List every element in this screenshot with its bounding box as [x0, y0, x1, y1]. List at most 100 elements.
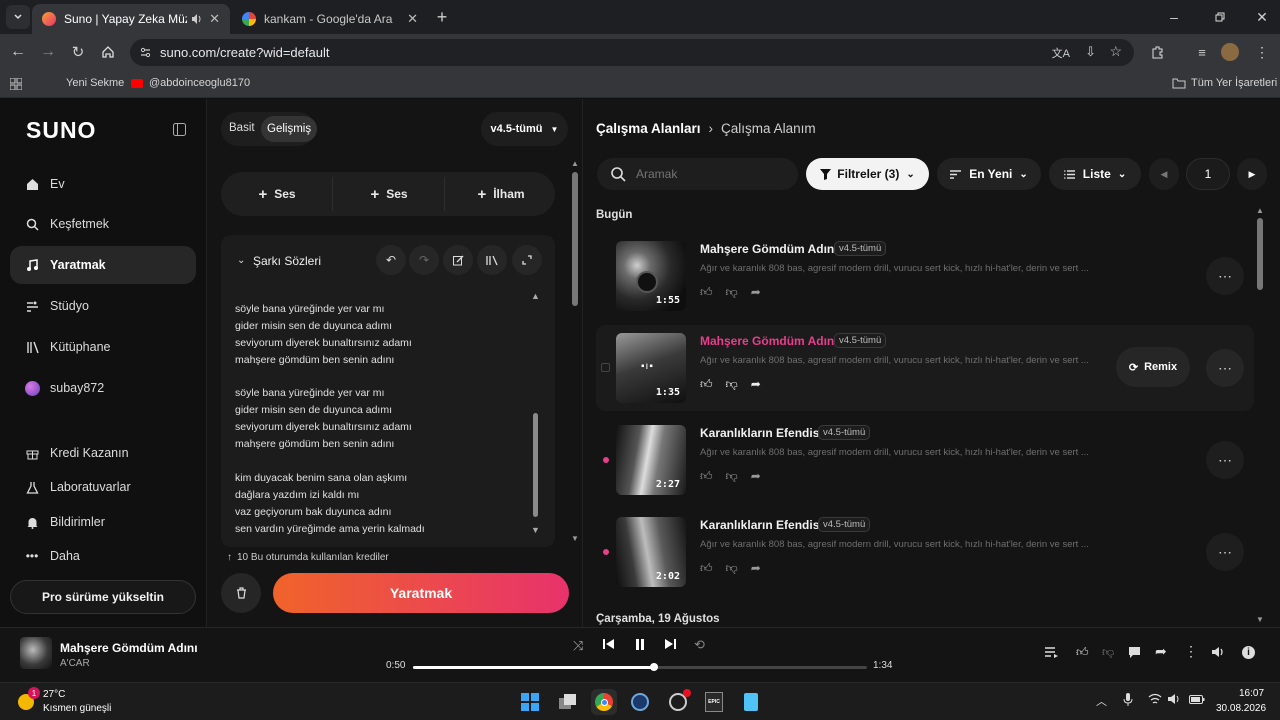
sidebar-item-studio[interactable]: Stüdyo	[10, 287, 196, 325]
apps-grid-icon[interactable]	[10, 78, 22, 90]
search-input[interactable]	[636, 167, 776, 181]
player-title[interactable]: Mahşere Gömdüm Adını	[60, 641, 198, 655]
next-icon[interactable]	[664, 638, 676, 650]
star-icon[interactable]: ☆	[1109, 43, 1122, 60]
task-view-icon[interactable]	[555, 689, 581, 715]
breadcrumb-current[interactable]: Çalışma Alanım	[721, 121, 816, 136]
url-bar[interactable]: suno.com/create?wid=default 文A ⇩ ☆	[130, 39, 1134, 66]
thumbs-up-icon[interactable]: 👍︎	[1076, 645, 1089, 660]
panel-scroll-down-icon[interactable]: ▼	[571, 534, 579, 543]
battery-icon[interactable]	[1189, 695, 1205, 704]
sidebar-item-notifications[interactable]: Bildirimler	[10, 503, 196, 541]
more-options-button[interactable]: ⋯	[1206, 349, 1244, 387]
page-number[interactable]: 1	[1186, 158, 1230, 190]
extensions-icon[interactable]	[1146, 40, 1170, 64]
lyrics-scrollbar-thumb[interactable]	[533, 413, 538, 517]
share-icon[interactable]: ➦	[751, 469, 761, 484]
edit-icon[interactable]	[443, 245, 473, 275]
install-icon[interactable]: ⇩	[1085, 44, 1096, 60]
minimize-icon[interactable]: –	[1162, 5, 1186, 29]
sidebar-item-create[interactable]: Yaratmak	[10, 246, 196, 284]
reload-icon[interactable]: ↻	[66, 40, 90, 64]
thumbs-down-icon[interactable]: 👎︎	[726, 469, 738, 484]
scroll-down-arrow-icon[interactable]: ▼	[531, 525, 540, 535]
weather-widget[interactable]: 1 27°C Kısmen güneşli	[8, 686, 128, 718]
thumbs-up-icon[interactable]: 👍︎	[700, 469, 713, 484]
player-artist[interactable]: A'CAR	[60, 658, 90, 669]
tab-search-icon[interactable]	[6, 5, 30, 29]
microphone-icon[interactable]	[1123, 693, 1133, 707]
panel-scrollbar-thumb[interactable]	[572, 172, 578, 306]
sidebar-item-library[interactable]: Kütüphane	[10, 328, 196, 366]
suno-logo[interactable]: SUNO	[26, 117, 96, 144]
thumbs-up-icon[interactable]: 👍︎	[700, 377, 713, 392]
song-title[interactable]: Karanlıkların Efendisi	[700, 426, 823, 440]
pause-icon[interactable]	[634, 638, 646, 651]
share-icon[interactable]: ➦	[751, 561, 761, 576]
new-tab-icon[interactable]: +	[430, 5, 454, 29]
filters-button[interactable]: Filtreler (3) ⌄	[806, 158, 929, 190]
restore-icon[interactable]	[1208, 5, 1232, 29]
sidebar-item-explore[interactable]: Keşfetmek	[10, 205, 196, 243]
model-selector[interactable]: v4.5-tümü ▼	[481, 112, 568, 146]
inspiration-button[interactable]: + İlham	[451, 178, 551, 210]
list-scrollbar-thumb[interactable]	[1257, 218, 1263, 290]
mode-advanced-tab[interactable]: Gelişmiş	[261, 116, 318, 142]
redo-icon[interactable]: ↷	[409, 245, 439, 275]
sort-button[interactable]: En Yeni ⌄	[937, 158, 1041, 190]
bookmark-channel[interactable]: @abdoinceoglu8170	[149, 77, 250, 89]
sidebar-item-home[interactable]: Ev	[10, 165, 196, 203]
view-button[interactable]: Liste ⌄	[1049, 158, 1141, 190]
info-icon[interactable]: i	[1242, 646, 1255, 659]
shuffle-icon[interactable]: ⤨	[573, 638, 583, 654]
close-tab-icon[interactable]: ✕	[407, 11, 418, 27]
list-scroll-down-icon[interactable]: ▼	[1256, 615, 1264, 624]
bookmark-new-tab[interactable]: Yeni Sekme	[66, 77, 124, 89]
song-row[interactable]: 2:27 Karanlıkların Efendisi v4.5-tümü Ağ…	[596, 417, 1254, 503]
tray-chevron-icon[interactable]: ︿	[1096, 693, 1107, 709]
epic-games-icon[interactable]: EPIC	[701, 689, 727, 715]
thumbs-down-icon[interactable]: 👎︎	[726, 285, 738, 300]
progress-knob[interactable]	[649, 663, 658, 671]
song-cover[interactable]: 2:02	[616, 517, 686, 587]
undo-icon[interactable]: ↶	[376, 245, 406, 275]
prev-page-button[interactable]: ◀	[1149, 158, 1179, 190]
song-title[interactable]: Mahşere Gömdüm Adını	[700, 242, 838, 256]
menu-icon[interactable]: ⋮	[1250, 40, 1274, 64]
add-audio-button-2[interactable]: + Ses	[339, 178, 439, 210]
song-title[interactable]: Mahşere Gömdüm Adını	[700, 334, 838, 348]
close-window-icon[interactable]: ✕	[1250, 5, 1274, 29]
panel-scroll-up-icon[interactable]: ▲	[571, 159, 579, 168]
sidebar-item-earn-credits[interactable]: Kredi Kazanın	[10, 434, 196, 472]
all-bookmarks-link[interactable]: Tüm Yer İşaretleri	[1191, 77, 1277, 89]
share-icon[interactable]: ➦	[1155, 643, 1167, 660]
more-vertical-icon[interactable]: ⋮	[1184, 643, 1198, 660]
speaker-icon[interactable]	[191, 13, 203, 25]
add-audio-button-1[interactable]: + Ses	[227, 178, 327, 210]
progress-track[interactable]	[413, 663, 867, 671]
more-options-button[interactable]: ⋯	[1206, 441, 1244, 479]
library-icon[interactable]	[477, 245, 507, 275]
notepad-app-icon[interactable]	[738, 689, 764, 715]
remix-button[interactable]: ⟳ Remix	[1116, 347, 1190, 387]
mode-simple-tab[interactable]: Basit	[229, 122, 255, 134]
home-icon[interactable]	[96, 40, 120, 64]
clock-time[interactable]: 16:07	[1239, 688, 1264, 699]
back-icon[interactable]: ←	[6, 40, 30, 64]
song-row-playing[interactable]: ▪ı▪ 1:35 Mahşere Gömdüm Adını v4.5-tümü …	[596, 325, 1254, 411]
repeat-icon[interactable]: ⟲	[694, 637, 705, 653]
thumbs-down-icon[interactable]: 👎︎	[726, 377, 738, 392]
scroll-up-arrow-icon[interactable]: ▲	[531, 291, 540, 301]
steam-app-icon[interactable]	[627, 689, 653, 715]
song-title[interactable]: Karanlıkların Efendisi	[700, 518, 823, 532]
thumbs-up-icon[interactable]: 👍︎	[700, 285, 713, 300]
wifi-icon[interactable]	[1148, 693, 1162, 705]
queue-icon[interactable]	[1045, 647, 1058, 658]
start-button[interactable]	[517, 689, 543, 715]
media-controls-icon[interactable]: ≡	[1190, 40, 1214, 64]
tab-google[interactable]: kankam - Google'da Ara ✕	[232, 4, 428, 34]
app-with-notification-icon[interactable]	[665, 689, 691, 715]
thumbs-down-icon[interactable]: 👎︎	[1102, 645, 1114, 660]
collapse-chevron-icon[interactable]: ⌄	[237, 255, 245, 266]
thumbs-down-icon[interactable]: 👎︎	[726, 561, 738, 576]
